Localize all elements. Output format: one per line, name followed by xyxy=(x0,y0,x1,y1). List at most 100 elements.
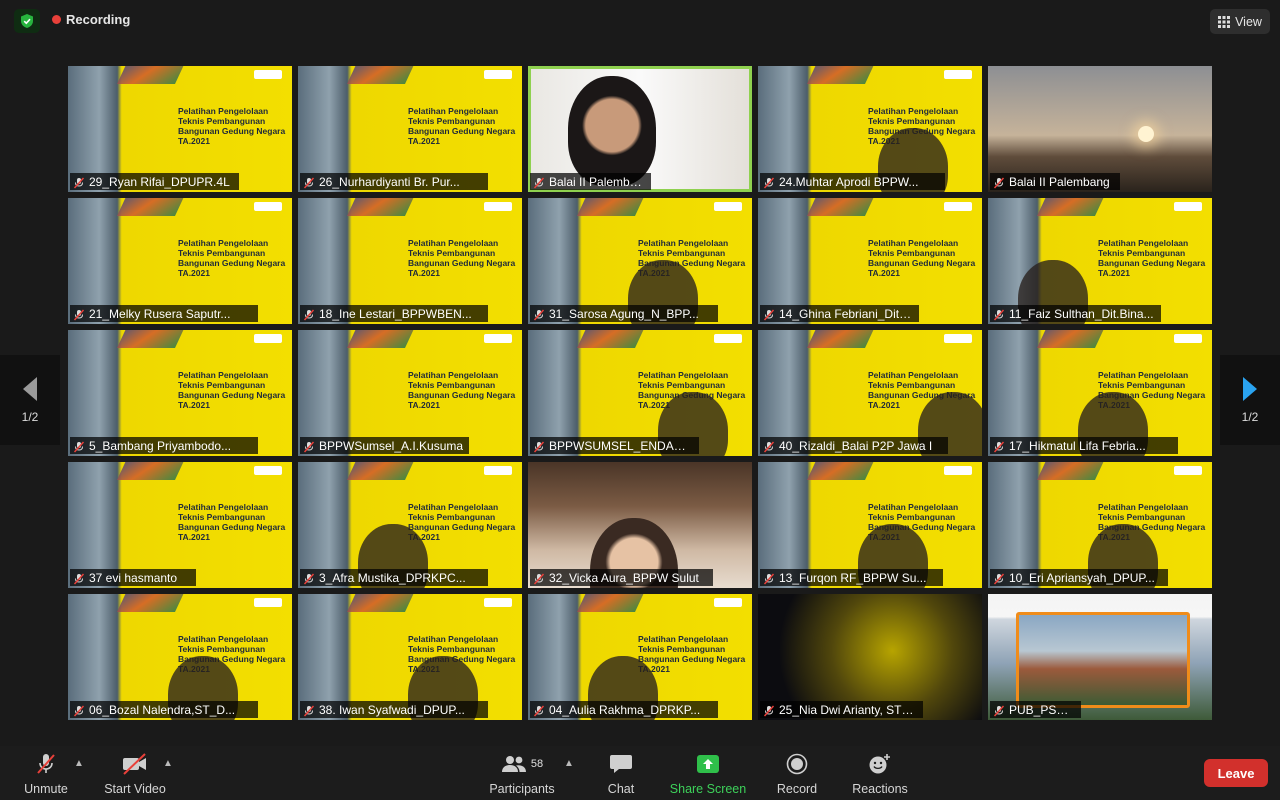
pupr-logo-icon xyxy=(484,598,512,607)
slide-title-line: Pelatihan Pengelolaan xyxy=(1098,238,1189,248)
participant-name-bar: 37 evi hasmanto xyxy=(70,569,196,586)
slide-title-line: Pelatihan Pengelolaan xyxy=(868,502,959,512)
slide-title-line: Teknis Pembangunan xyxy=(178,248,266,258)
slide-title-line: Teknis Pembangunan xyxy=(178,380,266,390)
slide-title-line: Bangunan Gedung Negara xyxy=(868,258,976,268)
muted-microphone-icon xyxy=(993,572,1005,585)
pupr-logo-icon xyxy=(714,598,742,607)
participant-video-tile[interactable]: Pelatihan Pengelolaan Teknis Pembangunan B… xyxy=(68,66,292,192)
slide-title-line: Teknis Pembangunan xyxy=(408,116,496,126)
participant-video-tile[interactable]: Pelatihan Pengelolaan Teknis Pembangunan B… xyxy=(758,66,982,192)
participant-name: 5_Bambang Priyambodo... xyxy=(89,438,232,453)
participants-count: 58 xyxy=(530,758,544,770)
participant-video-tile[interactable]: Pelatihan Pengelolaan Teknis Pembangunan B… xyxy=(298,594,522,720)
participant-name-bar: 11_Faiz Sulthan_Dit.Bina... xyxy=(990,305,1161,322)
slide-title-line: Bangunan Gedung Negara xyxy=(1098,258,1206,268)
slide-decoration xyxy=(347,66,419,84)
view-button[interactable]: View xyxy=(1210,9,1270,34)
participant-name-bar: BPPWSumsel_A.I.Kusuma xyxy=(300,437,469,454)
participant-name: 24.Muhtar Aprodi BPPW... xyxy=(779,174,919,189)
participant-video-tile[interactable]: Pelatihan Pengelolaan Teknis Pembangunan B… xyxy=(988,462,1212,588)
slide-decoration xyxy=(347,594,419,612)
muted-microphone-icon xyxy=(73,440,85,453)
unmute-button[interactable]: Unmute xyxy=(22,752,70,796)
chat-button[interactable]: Chat xyxy=(600,752,642,796)
participant-video-tile[interactable]: Pelatihan Pengelolaan Teknis Pembangunan B… xyxy=(298,330,522,456)
participant-video-tile[interactable]: Pelatihan Pengelolaan Teknis Pembangunan B… xyxy=(758,330,982,456)
participant-video-tile[interactable]: 25_Nia Dwi Arianty, ST_... xyxy=(758,594,982,720)
security-shield-icon[interactable] xyxy=(14,9,40,33)
participant-video-tile[interactable]: Balai II Palembang xyxy=(528,66,752,192)
share-screen-icon xyxy=(696,752,720,776)
participant-name: 37 evi hasmanto xyxy=(89,570,178,585)
slide-title: Pelatihan Pengelolaan Teknis Pembangunan B… xyxy=(178,370,288,410)
muted-microphone-icon xyxy=(73,308,85,321)
participant-name: 11_Faiz Sulthan_Dit.Bina... xyxy=(1009,306,1154,321)
reactions-label: Reactions xyxy=(852,782,908,796)
slide-decoration xyxy=(577,198,649,216)
participant-video-tile[interactable]: Pelatihan Pengelolaan Teknis Pembangunan B… xyxy=(298,198,522,324)
participant-video-tile[interactable]: Pelatihan Pengelolaan Teknis Pembangunan B… xyxy=(298,66,522,192)
slide-title-line: TA.2021 xyxy=(408,532,440,542)
slide-title-line: Pelatihan Pengelolaan xyxy=(408,502,499,512)
record-button[interactable]: Record xyxy=(774,752,820,796)
participant-name-bar: 06_Bozal Nalendra,ST_D... xyxy=(70,701,258,718)
participant-video-tile[interactable]: Pelatihan Pengelolaan Teknis Pembangunan B… xyxy=(528,594,752,720)
participant-video-tile[interactable]: Pelatihan Pengelolaan Teknis Pembangunan B… xyxy=(528,198,752,324)
participant-video-tile[interactable]: Pelatihan Pengelolaan Teknis Pembangunan B… xyxy=(528,330,752,456)
reactions-button[interactable]: Reactions xyxy=(850,752,910,796)
record-label: Record xyxy=(776,782,818,796)
participants-button[interactable]: 58 Participants xyxy=(486,752,558,796)
page-indicator-right: 1/2 xyxy=(1241,410,1259,424)
participant-video-tile[interactable]: Pelatihan Pengelolaan Teknis Pembangunan B… xyxy=(298,462,522,588)
participants-icon-group: 58 xyxy=(501,752,543,776)
slide-title-line: Teknis Pembangunan xyxy=(178,116,266,126)
slide-title-line: TA.2021 xyxy=(868,268,900,278)
slide-title-line: Pelatihan Pengelolaan xyxy=(408,370,499,380)
participant-name: 18_Ine Lestari_BPPWBEN... xyxy=(319,306,472,321)
participant-video-tile[interactable]: Pelatihan Pengelolaan Teknis Pembangunan B… xyxy=(758,198,982,324)
participant-video-tile[interactable]: Pelatihan Pengelolaan Teknis Pembangunan B… xyxy=(988,198,1212,324)
slide-title: Pelatihan Pengelolaan Teknis Pembangunan B… xyxy=(408,502,518,542)
leave-button[interactable]: Leave xyxy=(1204,759,1268,787)
participants-options-chevron-icon[interactable]: ▲ xyxy=(564,758,574,769)
slide-title-line: TA.2021 xyxy=(178,532,210,542)
meeting-toolbar: Unmute ▲ Start Video ▲ 58 Participants ▲… xyxy=(0,746,1280,800)
pupr-logo-icon xyxy=(944,202,972,211)
participant-name-bar: 38. Iwan Syafwadi_DPUP... xyxy=(300,701,488,718)
participant-video-tile[interactable]: PUB_PSDAP xyxy=(988,594,1212,720)
participant-video-tile[interactable]: Pelatihan Pengelolaan Teknis Pembangunan B… xyxy=(758,462,982,588)
participant-silhouette xyxy=(568,76,656,186)
participant-video-tile[interactable]: Pelatihan Pengelolaan Teknis Pembangunan B… xyxy=(68,462,292,588)
participant-video-tile[interactable]: Pelatihan Pengelolaan Teknis Pembangunan B… xyxy=(68,594,292,720)
next-page-button[interactable]: 1/2 xyxy=(1220,355,1280,445)
start-video-button[interactable]: Start Video xyxy=(100,752,170,796)
participant-video-tile[interactable]: Balai II Palembang xyxy=(988,66,1212,192)
participant-name-bar: 18_Ine Lestari_BPPWBEN... xyxy=(300,305,488,322)
participant-video-tile[interactable]: Pelatihan Pengelolaan Teknis Pembangunan B… xyxy=(68,330,292,456)
previous-page-button[interactable]: 1/2 xyxy=(0,355,60,445)
slide-title: Pelatihan Pengelolaan Teknis Pembangunan B… xyxy=(178,106,288,146)
slide-title-line: Pelatihan Pengelolaan xyxy=(408,106,499,116)
participant-name: 10_Eri Apriansyah_DPUP... xyxy=(1009,570,1155,585)
slide-title-line: TA.2021 xyxy=(408,400,440,410)
slide-title-line: Pelatihan Pengelolaan xyxy=(638,238,729,248)
share-screen-button[interactable]: Share Screen xyxy=(668,752,748,796)
pupr-logo-icon xyxy=(254,466,282,475)
participant-name: PUB_PSDAP xyxy=(1009,702,1076,717)
muted-microphone-icon xyxy=(533,704,545,717)
participant-video-tile[interactable]: 32_Vicka Aura_BPPW Sulut xyxy=(528,462,752,588)
audio-options-chevron-icon[interactable]: ▲ xyxy=(74,758,84,769)
participant-video-tile[interactable]: Pelatihan Pengelolaan Teknis Pembangunan B… xyxy=(988,330,1212,456)
slide-decoration xyxy=(807,330,879,348)
slide-decoration xyxy=(1037,330,1109,348)
slide-title-line: Bangunan Gedung Negara xyxy=(638,654,746,664)
participant-video-tile[interactable]: Pelatihan Pengelolaan Teknis Pembangunan B… xyxy=(68,198,292,324)
slide-title-line: TA.2021 xyxy=(638,664,670,674)
slide-decoration xyxy=(117,198,189,216)
participant-name-bar: 13_Furqon RF_BPPW Su... xyxy=(760,569,943,586)
slide-title: Pelatihan Pengelolaan Teknis Pembangunan B… xyxy=(408,370,518,410)
video-options-chevron-icon[interactable]: ▲ xyxy=(163,758,173,769)
recording-indicator[interactable]: Recording xyxy=(52,12,130,27)
slide-title-line: Pelatihan Pengelolaan xyxy=(178,238,269,248)
